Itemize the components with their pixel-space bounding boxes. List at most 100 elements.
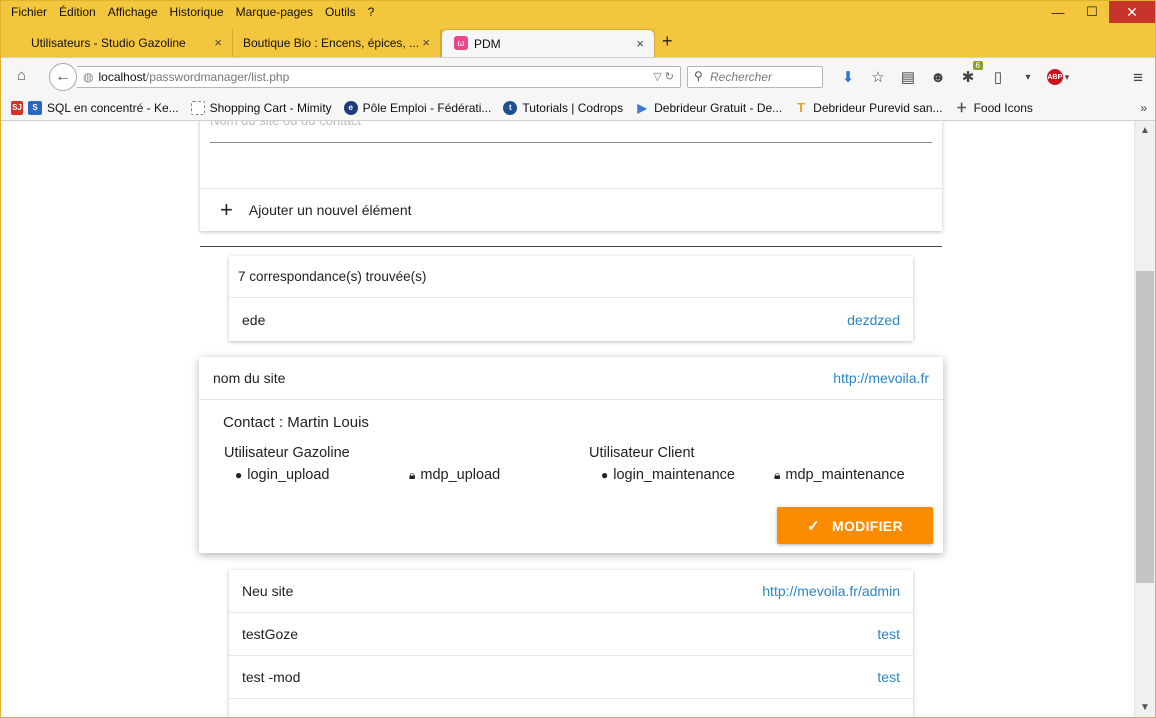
check-icon: ✓ bbox=[807, 517, 821, 535]
bookmark-shopping-cart[interactable]: Shopping Cart - Mimity bbox=[190, 100, 332, 115]
close-window-button[interactable]: ✕ bbox=[1109, 1, 1155, 23]
scroll-down-icon[interactable]: ▼ bbox=[1140, 702, 1150, 713]
bookmark-label: Tutorials | Codrops bbox=[522, 100, 624, 115]
vertical-scrollbar[interactable]: ▲ ▼ bbox=[1134, 121, 1155, 717]
url-bar[interactable]: ◍ localhost/passwordmanager/list.php ▽ ↻ bbox=[77, 66, 681, 88]
bookmark-label: Debrideur Purevid san... bbox=[813, 100, 943, 115]
nav-bar: ⌂ ← ◍ localhost/passwordmanager/list.php… bbox=[1, 57, 1155, 95]
reading-list-icon[interactable]: ▤ bbox=[895, 67, 921, 87]
bookmark-star-icon[interactable]: ☆ bbox=[865, 67, 891, 87]
menu-hamburger-icon[interactable]: ≡ bbox=[1133, 68, 1143, 88]
new-tab-button[interactable]: + bbox=[662, 31, 673, 52]
add-element-label: Ajouter un nouvel élément bbox=[248, 202, 412, 218]
user-circle-icon: ● bbox=[601, 468, 609, 482]
result-name: testGoze bbox=[242, 626, 299, 642]
user-circle-icon: ● bbox=[235, 468, 243, 482]
tab-pdm[interactable]: ω PDM × bbox=[441, 29, 655, 57]
section-divider bbox=[200, 246, 942, 247]
bookmark-favicon-icon: e bbox=[343, 100, 358, 115]
search-placeholder: Rechercher bbox=[710, 70, 773, 84]
menu-historique[interactable]: Historique bbox=[164, 5, 230, 19]
bookmark-debrideur-purevid[interactable]: T Debrideur Purevid san... bbox=[794, 100, 943, 115]
bookmark-debrideur-gratuit[interactable]: ▶ Debrideur Gratuit - De... bbox=[635, 101, 782, 115]
results-count-row: 7 correspondance(s) trouvée(s) bbox=[229, 256, 913, 298]
tab-close-icon[interactable]: × bbox=[636, 36, 644, 51]
result-row[interactable]: ede dezdzed bbox=[229, 298, 913, 341]
tab-close-icon[interactable]: × bbox=[214, 35, 222, 50]
result-row[interactable]: testGoze test bbox=[229, 613, 913, 656]
url-host: localhost bbox=[98, 70, 146, 84]
search-input[interactable]: ⚲ Rechercher bbox=[687, 66, 823, 88]
tab-utilisateurs[interactable]: Utilisateurs - Studio Gazoline × bbox=[1, 29, 233, 57]
search-icon: ⚲ bbox=[694, 69, 703, 83]
blank-page-icon bbox=[190, 100, 205, 115]
tab-boutique-bio[interactable]: Boutique Bio : Encens, épices, ... × bbox=[233, 29, 441, 57]
bookmark-label: Pôle Emploi - Fédérati... bbox=[362, 100, 492, 115]
result-link[interactable]: http://mevoila.fr/admin bbox=[762, 583, 900, 599]
detail-header[interactable]: nom du site http://mevoila.fr bbox=[199, 357, 943, 400]
back-arrow-icon[interactable]: ← bbox=[49, 63, 77, 91]
bookmark-favicon-icon: S bbox=[28, 100, 42, 115]
menu-affichage[interactable]: Affichage bbox=[102, 5, 164, 19]
play-icon: ▶ bbox=[637, 100, 647, 115]
download-icon[interactable]: ⬇ bbox=[835, 67, 861, 87]
gazoline-password-value: mdp_upload bbox=[420, 467, 501, 483]
tab-close-icon[interactable]: × bbox=[422, 35, 430, 50]
scroll-up-icon[interactable]: ▲ bbox=[1140, 125, 1150, 136]
minimize-button[interactable]: — bbox=[1041, 1, 1075, 23]
chat-icon[interactable]: ☻ bbox=[925, 67, 951, 87]
bookmark-sql[interactable]: SJ S SQL en concentré - Ke... bbox=[11, 100, 179, 115]
home-icon[interactable]: ⌂ bbox=[17, 67, 26, 84]
page-content: Nom du site ou du contact + Ajouter un n… bbox=[1, 121, 1134, 717]
result-row[interactable]: Neu site http://mevoila.fr/admin bbox=[229, 570, 913, 613]
result-link[interactable]: test bbox=[877, 669, 900, 685]
bookmark-label: SQL en concentré - Ke... bbox=[47, 100, 179, 115]
tab-label: Utilisateurs - Studio Gazoline bbox=[31, 36, 186, 50]
tab-label: Boutique Bio : Encens, épices, ... bbox=[243, 36, 419, 50]
bookmark-codrops[interactable]: t Tutorials | Codrops bbox=[503, 100, 624, 115]
toolbar-icons: ⬇ ☆ ▤ ☻ ✱ 6 ▯ ▾ ABP ▾ bbox=[835, 61, 1071, 87]
client-password: 🔒︎ mdp_maintenance bbox=[774, 467, 905, 483]
results-card: 7 correspondance(s) trouvée(s) ede dezdz… bbox=[229, 256, 913, 341]
add-element-button[interactable]: + Ajouter un nouvel élément bbox=[200, 188, 942, 231]
window-controls: — ☐ ✕ bbox=[1041, 1, 1155, 23]
menu-bar: Fichier Édition Affichage Historique Mar… bbox=[1, 1, 1155, 23]
gazoline-password: 🔒︎ mdp_upload bbox=[409, 467, 500, 483]
browser-window: Fichier Édition Affichage Historique Mar… bbox=[0, 0, 1156, 718]
food-icon: ⵜ bbox=[956, 100, 967, 115]
bookmark-label: Debrideur Gratuit - De... bbox=[654, 100, 783, 115]
bookmark-pole-emploi[interactable]: e Pôle Emploi - Fédérati... bbox=[343, 100, 492, 115]
result-name: test -mod bbox=[242, 669, 301, 685]
adblock-button[interactable]: ABP ▾ bbox=[1045, 67, 1071, 87]
clipboard-icon[interactable]: ▯ bbox=[985, 67, 1011, 87]
extension-icon[interactable]: ✱ 6 bbox=[955, 61, 983, 87]
bookmark-label: Shopping Cart - Mimity bbox=[209, 100, 332, 115]
detail-site-name: nom du site bbox=[213, 370, 286, 386]
menu-marque-pages[interactable]: Marque-pages bbox=[230, 5, 319, 19]
dropdown-arrow-icon[interactable]: ▾ bbox=[1015, 67, 1041, 87]
menu-help[interactable]: ? bbox=[362, 5, 381, 19]
scroll-thumb[interactable] bbox=[1136, 271, 1154, 583]
plus-icon: + bbox=[220, 197, 233, 222]
reload-icon[interactable]: ▽ ↻ bbox=[653, 70, 674, 83]
maximize-button[interactable]: ☐ bbox=[1075, 1, 1109, 23]
bookmark-food-icons[interactable]: ⵜ Food Icons bbox=[955, 101, 1033, 115]
menu-outils[interactable]: Outils bbox=[319, 5, 362, 19]
result-link[interactable]: test bbox=[877, 626, 900, 642]
lock-icon: 🔒︎ bbox=[409, 467, 416, 482]
bookmarks-more-icon[interactable]: » bbox=[1140, 101, 1147, 115]
globe-icon: ◍ bbox=[83, 70, 94, 84]
detail-card: nom du site http://mevoila.fr Contact : … bbox=[199, 357, 943, 553]
menu-edition[interactable]: Édition bbox=[53, 5, 102, 19]
pdm-favicon-icon: ω bbox=[454, 36, 468, 50]
detail-site-url[interactable]: http://mevoila.fr bbox=[833, 370, 929, 386]
menu-fichier[interactable]: Fichier bbox=[1, 5, 53, 19]
result-row[interactable]: test -mod test bbox=[229, 656, 913, 699]
more-results-card: Neu site http://mevoila.fr/admin testGoz… bbox=[229, 570, 913, 717]
bookmark-favicon-icon: t bbox=[503, 100, 518, 115]
result-link[interactable]: dezdzed bbox=[847, 312, 900, 328]
tab-bar: Utilisateurs - Studio Gazoline × Boutiqu… bbox=[1, 23, 1155, 57]
site-search-input[interactable]: Nom du site ou du contact bbox=[210, 121, 932, 143]
modify-button[interactable]: ✓ MODIFIER bbox=[777, 507, 933, 544]
modify-label: MODIFIER bbox=[832, 517, 903, 534]
